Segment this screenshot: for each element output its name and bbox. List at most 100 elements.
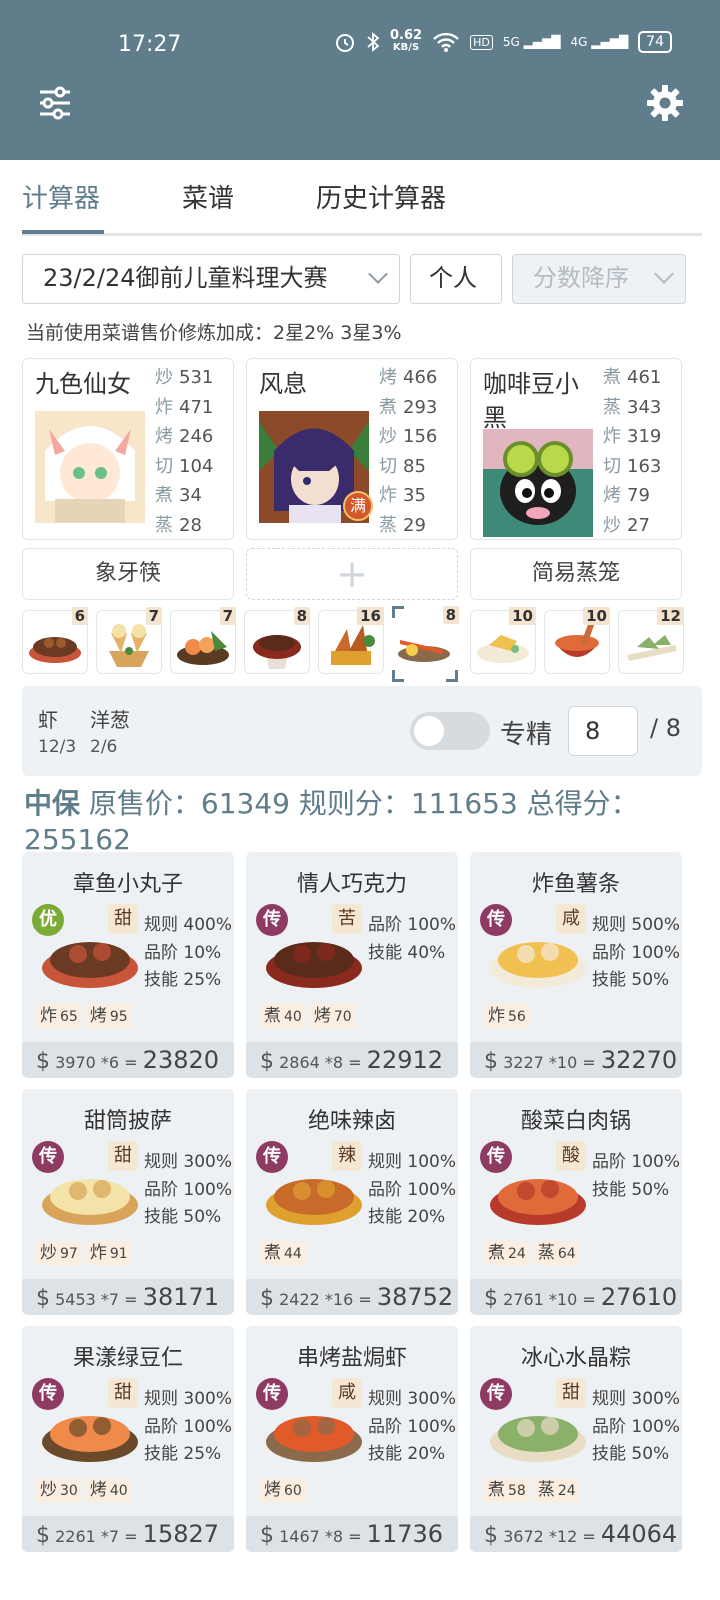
- equip-slot[interactable]: 简易蒸笼: [470, 548, 682, 600]
- mode-select[interactable]: 个人: [410, 254, 502, 304]
- signal-5g-icon: 5G ▂▄▆█: [502, 35, 561, 49]
- dish-skills: 炸 56: [484, 1004, 530, 1028]
- dish-rules: 规则 300% 品阶 100% 技能 25%: [144, 1384, 232, 1467]
- rank-badge: 优: [32, 904, 64, 936]
- dish-total: 22912: [366, 1046, 444, 1074]
- dish-rule: 品阶 100%: [592, 942, 681, 963]
- dish-rule: 品阶 100%: [144, 1416, 233, 1437]
- dish-card[interactable]: 绝味辣卤 传 辣 规则 100% 品阶 100% 技能 20% 煮 44 $ 2422…: [246, 1089, 458, 1315]
- unit-price: 2422: [279, 1290, 320, 1309]
- price-bar: $ 5453 *7 = 38171: [22, 1279, 234, 1315]
- dollar-icon: $: [260, 1049, 274, 1074]
- unit-price: 3672: [503, 1527, 544, 1546]
- dish-total: 38752: [376, 1283, 454, 1311]
- dish-thumb[interactable]: 10: [470, 607, 536, 674]
- guarantee-tag: 中保: [24, 787, 81, 820]
- dish-card[interactable]: 情人巧克力 传 苦 品阶 100% 技能 40% 煮 40 烤 70 $ 2864 *8…: [246, 852, 458, 1078]
- dish-thumb[interactable]: 16: [318, 607, 384, 674]
- dish-card[interactable]: 串烤盐焗虾 传 咸 规则 300% 品阶 100% 技能 20% 烤 60 $ 146…: [246, 1326, 458, 1552]
- dish-title: 冰心水晶粽: [520, 1346, 631, 1371]
- dish-count: 6: [71, 607, 88, 625]
- settings-gear-icon[interactable]: [646, 84, 684, 122]
- dollar-icon: $: [260, 1286, 274, 1311]
- alarm-icon: [336, 34, 354, 52]
- score-text: 原售价：61349 规则分：111653 总得分：255162: [24, 787, 639, 856]
- dish-total: 44064: [600, 1520, 678, 1548]
- dish-thumb[interactable]: 6: [22, 607, 88, 674]
- dish-rules: 规则 400% 品阶 10% 技能 25%: [144, 910, 232, 993]
- tab-recipes[interactable]: 菜谱: [182, 178, 234, 215]
- dish-total: 38171: [142, 1283, 220, 1311]
- dish-thumb[interactable]: 10: [544, 607, 610, 674]
- contest-select[interactable]: 23/2/24御前儿童料理大赛: [22, 254, 400, 304]
- dish-rule: 品阶 100%: [592, 1152, 681, 1172]
- dish-card[interactable]: 酸菜白肉锅 传 酸 品阶 100% 技能 50% 煮 24 蒸 64 $ 2761 *1…: [470, 1089, 682, 1315]
- dish-rule: 技能 25%: [144, 1444, 222, 1464]
- rank-badge: 传: [480, 1141, 512, 1173]
- tab-history-calculator[interactable]: 历史计算器: [316, 178, 446, 215]
- equip-slot[interactable]: 象牙筷: [22, 548, 234, 600]
- chef-name: 风息: [259, 370, 307, 398]
- dish-skills: 炒 97 炸 91: [36, 1241, 132, 1265]
- dish-thumb[interactable]: 7: [170, 607, 236, 674]
- dish-count: 16: [357, 607, 384, 625]
- chef-card[interactable]: 咖啡豆小黑 煮 461 蒸 343 炸 319 切 163 烤 79 炒 27: [470, 358, 682, 540]
- chef-card[interactable]: 九色仙女 炒 531 炸 471 烤 246 切 104 煮 34 蒸 28: [22, 358, 234, 540]
- equip-add-slot[interactable]: +: [246, 548, 458, 600]
- dish-rule: 技能 50%: [592, 1179, 670, 1200]
- dish-skills: 煮 58 蒸 24: [484, 1478, 580, 1502]
- ingredient-panel: 虾 12/3 洋葱 2/6 专精 8 / 8: [22, 686, 702, 776]
- contest-select-value: 23/2/24御前儿童料理大赛: [43, 264, 328, 292]
- chef-name: 九色仙女: [35, 370, 131, 398]
- chef-card[interactable]: 风息 满 烤 466 煮 293 炒 156 切 85 炸 35 蒸 29: [246, 358, 458, 540]
- bonus-note: 当前使用菜谱售价修炼加成：2星2% 3星3%: [26, 322, 402, 344]
- dish-thumb[interactable]: 8: [244, 607, 310, 674]
- dish-rule: 技能 20%: [368, 1444, 446, 1464]
- price-bar: $ 2864 *8 = 22912: [246, 1042, 458, 1078]
- filter-menu-icon[interactable]: [38, 86, 72, 120]
- dish-rules: 品阶 100% 技能 50%: [592, 1147, 680, 1202]
- dish-card[interactable]: 果漾绿豆仁 传 甜 规则 300% 品阶 100% 技能 25% 炒 30 烤 40 $ …: [22, 1326, 234, 1552]
- price-bar: $ 1467 *8 = 11736: [246, 1516, 458, 1552]
- dish-card[interactable]: 冰心水晶粽 传 甜 规则 300% 品阶 100% 技能 50% 煮 58 蒸 24 $ …: [470, 1326, 682, 1552]
- price-bar: $ 2422 *16 = 38752: [246, 1279, 458, 1315]
- dish-rule: 技能 40%: [368, 942, 446, 963]
- dish-card[interactable]: 甜筒披萨 传 甜 规则 300% 品阶 100% 技能 50% 炒 97 炸 91 $ 5…: [22, 1089, 234, 1315]
- dish-thumb[interactable]: 7: [96, 607, 162, 674]
- dollar-icon: $: [484, 1049, 498, 1074]
- price-bar: $ 3227 *10 = 32270: [470, 1042, 682, 1078]
- dish-thumb[interactable]: 12: [618, 607, 684, 674]
- dish-rule: 技能 25%: [144, 970, 222, 990]
- dish-skills: 煮 24 蒸 64: [484, 1241, 580, 1265]
- rank-badge: 传: [32, 1378, 64, 1410]
- dish-quantity: *8: [324, 1527, 344, 1546]
- flavor-badge: 咸: [556, 904, 586, 934]
- dish-skills: 煮 44: [260, 1241, 306, 1265]
- dish-total: 23820: [142, 1046, 220, 1074]
- specialize-input[interactable]: 8: [568, 706, 638, 756]
- dollar-icon: $: [36, 1049, 50, 1074]
- dish-rules: 规则 300% 品阶 100% 技能 50%: [144, 1147, 232, 1230]
- unit-price: 2864: [279, 1053, 320, 1072]
- dish-rule: 规则 300%: [368, 1389, 457, 1409]
- dish-rule: 规则 300%: [144, 1152, 233, 1172]
- dish-count: 8: [293, 607, 310, 625]
- dish-skill: 烤 40: [85, 1478, 132, 1502]
- specialize-toggle[interactable]: [410, 712, 490, 750]
- flavor-badge: 甜: [108, 904, 138, 934]
- battery-icon: 74: [638, 31, 672, 53]
- dish-count: 8: [442, 606, 459, 624]
- dish-thumb-selected[interactable]: 8: [392, 606, 459, 682]
- dish-rule: 规则 300%: [592, 1389, 681, 1409]
- dish-skill: 煮 44: [260, 1241, 306, 1265]
- dish-title: 章鱼小丸子: [72, 872, 183, 897]
- dish-total: 15827: [142, 1520, 220, 1548]
- ingredient-item: 虾 12/3: [38, 708, 77, 757]
- price-bar: $ 3672 *12 = 44064: [470, 1516, 682, 1552]
- tab-calculator[interactable]: 计算器: [22, 178, 100, 215]
- sort-select[interactable]: 分数降序: [512, 254, 686, 304]
- selection-corner: [392, 670, 404, 682]
- rank-badge: 传: [480, 904, 512, 936]
- dish-card[interactable]: 章鱼小丸子 优 甜 规则 400% 品阶 10% 技能 25% 炸 65 烤 95 $ 3…: [22, 852, 234, 1078]
- dish-card[interactable]: 炸鱼薯条 传 咸 规则 500% 品阶 100% 技能 50% 炸 56 $ 3227…: [470, 852, 682, 1078]
